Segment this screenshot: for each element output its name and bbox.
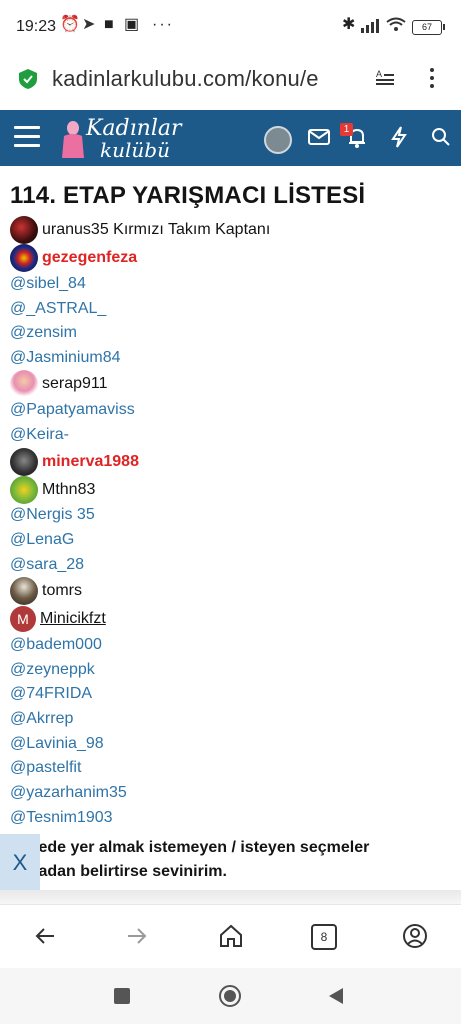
site-header: Kadınlar kulübü 1 bbox=[0, 110, 461, 166]
home-icon[interactable] bbox=[216, 921, 246, 951]
mention-link[interactable]: @Papatyamaviss bbox=[10, 400, 135, 420]
mention-link[interactable]: @Nergis 35 bbox=[10, 505, 95, 525]
avatar bbox=[10, 577, 38, 605]
tabs-count: 8 bbox=[311, 924, 337, 950]
avatar-letter: M bbox=[10, 606, 36, 632]
gallery-icon: ▣ bbox=[124, 16, 140, 33]
url-text[interactable]: kadinlarkulubu.com/konu/e bbox=[52, 66, 362, 92]
alarm-icon: ⏰ bbox=[60, 16, 80, 33]
mention-link[interactable]: @Keira- bbox=[10, 425, 69, 445]
list-item[interactable]: uranus35 Kırmızı Takım Kaptanı bbox=[10, 216, 270, 244]
browser-toolbar: 8 bbox=[0, 904, 461, 969]
list-item[interactable]: serap911 bbox=[10, 370, 108, 398]
mention-link[interactable]: @pastelfit bbox=[10, 758, 81, 778]
status-bar: 19:23 ⏰ ➤ ■ ▣ ··· ✱ 67 bbox=[0, 0, 461, 54]
mention-link[interactable]: @yazarhanim35 bbox=[10, 783, 127, 803]
more-notifications-icon: ··· bbox=[152, 16, 174, 33]
bluetooth-icon: ✱ bbox=[342, 16, 356, 33]
notification-badge: 1 bbox=[340, 123, 353, 136]
list-item[interactable]: gezegenfeza bbox=[10, 244, 137, 272]
wifi-icon bbox=[386, 17, 406, 31]
back-arrow-icon[interactable] bbox=[30, 921, 60, 951]
signal-icon bbox=[361, 19, 379, 33]
avatar bbox=[10, 244, 38, 272]
battery-icon: 67 bbox=[412, 20, 445, 35]
recents-icon[interactable] bbox=[114, 988, 130, 1004]
system-nav-bar bbox=[0, 968, 461, 1024]
footer-line-2: olmadan belirtirse sevinirim. bbox=[10, 863, 227, 880]
avatar bbox=[10, 216, 38, 244]
avatar bbox=[10, 370, 38, 398]
mention-link[interactable]: @badem000 bbox=[10, 635, 102, 655]
avatar bbox=[10, 476, 38, 504]
mention-link[interactable]: @zeyneppk bbox=[10, 660, 95, 680]
list-item[interactable]: M Minicikfzt bbox=[10, 606, 106, 632]
account-icon[interactable] bbox=[400, 921, 430, 951]
site-logo[interactable]: Kadınlar kulübü bbox=[60, 116, 182, 162]
menu-icon[interactable] bbox=[14, 126, 40, 148]
mention-link[interactable]: @Tesnim1903 bbox=[10, 808, 113, 828]
mention-link[interactable]: @LenaG bbox=[10, 530, 74, 550]
reader-mode-icon[interactable]: A bbox=[374, 68, 396, 88]
mention-link[interactable]: @Jasminium84 bbox=[10, 348, 121, 368]
logo-figure-icon bbox=[62, 121, 84, 158]
clock: 19:23 bbox=[16, 18, 57, 35]
home-circle-icon[interactable] bbox=[218, 984, 242, 1008]
mention-link[interactable]: @74FRIDA bbox=[10, 684, 92, 704]
lightning-icon[interactable] bbox=[386, 124, 412, 150]
mention-link[interactable]: @_ASTRAL_ bbox=[10, 299, 106, 319]
list-item[interactable]: Mthn83 bbox=[10, 476, 95, 504]
tabs-button[interactable]: 8 bbox=[308, 921, 338, 951]
mention-link[interactable]: @Akrrep bbox=[10, 709, 73, 729]
secure-shield-icon bbox=[19, 69, 37, 89]
list-item[interactable]: minerva1988 bbox=[10, 448, 139, 476]
more-options-icon[interactable] bbox=[424, 64, 440, 94]
divider bbox=[0, 890, 461, 904]
mention-link[interactable]: @sara_28 bbox=[10, 555, 84, 575]
app-icon: ■ bbox=[104, 16, 114, 33]
svg-text:A: A bbox=[376, 69, 382, 79]
mention-link[interactable]: @zensim bbox=[10, 323, 77, 343]
telegram-icon: ➤ bbox=[82, 16, 96, 33]
page-title: 114. ETAP YARIŞMACI LİSTESİ bbox=[10, 182, 366, 209]
url-bar[interactable]: kadinlarkulubu.com/konu/e A bbox=[0, 54, 461, 110]
logo-text-line2: kulübü bbox=[100, 138, 170, 162]
user-avatar[interactable] bbox=[264, 126, 292, 154]
mention-link[interactable]: @sibel_84 bbox=[10, 274, 86, 294]
search-icon[interactable] bbox=[428, 124, 454, 150]
list-item[interactable]: tomrs bbox=[10, 577, 82, 605]
post-footer-text: Listede yer almak istemeyen / isteyen se… bbox=[10, 836, 440, 884]
footer-line-1: Listede yer almak istemeyen / isteyen se… bbox=[10, 839, 370, 856]
mention-link[interactable]: @Lavinia_98 bbox=[10, 734, 104, 754]
close-button[interactable]: X bbox=[0, 834, 40, 892]
mail-icon[interactable] bbox=[306, 124, 332, 150]
forward-arrow-icon[interactable] bbox=[122, 921, 152, 951]
back-triangle-icon[interactable] bbox=[326, 986, 346, 1006]
avatar bbox=[10, 448, 38, 476]
